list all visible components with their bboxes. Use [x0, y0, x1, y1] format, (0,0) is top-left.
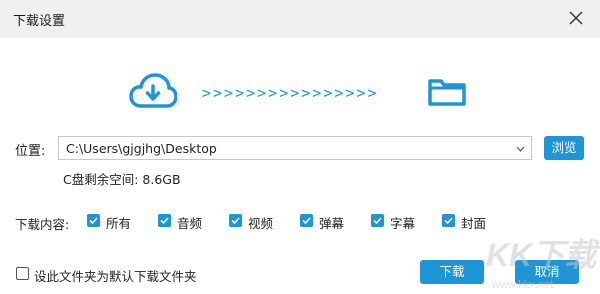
- window-title: 下载设置: [13, 14, 66, 29]
- location-label: 位置:: [15, 144, 46, 159]
- checkbox-unchecked-icon: [16, 267, 29, 280]
- default-folder-checkbox[interactable]: 设此文件夹为默认下载文件夹: [16, 266, 197, 284]
- chevron-down-icon: [516, 146, 525, 152]
- download-settings-dialog: 下载设置 >>>>>>>>>>>>>>>> 位置: C:\Users\gjgjh…: [0, 0, 600, 294]
- download-button[interactable]: 下载: [420, 260, 484, 284]
- checkbox-checked-icon: [371, 214, 384, 227]
- download-content-label: 下载内容:: [15, 217, 70, 232]
- checkbox-checked-icon: [229, 214, 242, 227]
- folder-icon: [428, 79, 466, 106]
- checkbox-checked-icon: [158, 214, 171, 227]
- browse-button[interactable]: 浏览: [544, 136, 584, 160]
- checkbox-checked-icon: [442, 214, 455, 227]
- default-folder-label: 设此文件夹为默认下载文件夹: [34, 269, 197, 284]
- path-value: C:\Users\gjgjhg\Desktop: [66, 141, 217, 156]
- close-button[interactable]: [566, 8, 586, 28]
- path-select[interactable]: C:\Users\gjgjhg\Desktop: [58, 136, 532, 160]
- checkbox-label: 封面: [461, 216, 487, 231]
- checkbox-checked-icon: [87, 214, 100, 227]
- cloud-download-icon: [129, 73, 177, 108]
- checkbox-label: 所有: [106, 216, 132, 231]
- free-space-text: C盘剩余空间: 8.6GB: [63, 172, 181, 187]
- title-bar: 下载设置: [0, 0, 600, 38]
- checkbox-label: 视频: [248, 216, 274, 231]
- transfer-arrows: >>>>>>>>>>>>>>>>: [202, 84, 379, 102]
- checkbox-label: 音频: [177, 216, 203, 231]
- checkbox-label: 弹幕: [319, 216, 345, 231]
- checkbox-label: 字幕: [390, 216, 416, 231]
- checkbox-checked-icon: [300, 214, 313, 227]
- cancel-button[interactable]: 取消: [515, 260, 579, 284]
- close-icon: [569, 11, 583, 25]
